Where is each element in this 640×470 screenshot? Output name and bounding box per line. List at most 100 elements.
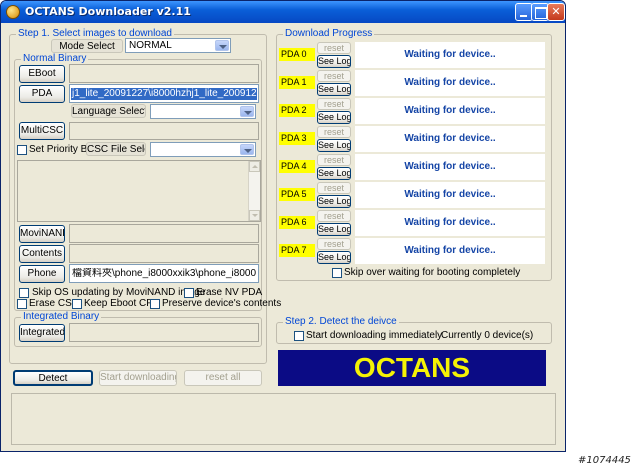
keep-eboot-cfg-label: Keep Eboot CFG bbox=[84, 298, 161, 309]
eboot-button[interactable]: EBoot bbox=[19, 65, 65, 83]
contents-path-field[interactable] bbox=[69, 244, 259, 263]
mode-select-dropdown[interactable]: NORMAL bbox=[125, 38, 231, 53]
skip-wait-label: Skip over waiting for booting completely bbox=[344, 267, 521, 278]
pda-status: Waiting for device.. bbox=[355, 154, 545, 180]
see-log-button[interactable]: See Log bbox=[317, 139, 351, 152]
dropdown-arrow-icon[interactable] bbox=[240, 144, 254, 155]
preserve-contents-checkbox[interactable] bbox=[150, 299, 160, 309]
see-log-button[interactable]: See Log bbox=[317, 195, 351, 208]
integrated-button[interactable]: Integrated bbox=[19, 324, 65, 342]
see-log-button[interactable]: See Log bbox=[317, 55, 351, 68]
pda-reset-button[interactable]: reset bbox=[317, 154, 351, 166]
integrated-binary-title: Integrated Binary bbox=[21, 311, 102, 323]
pda-row-3: PDA 3 reset See Log Waiting for device.. bbox=[279, 125, 545, 153]
start-immediately-checkbox[interactable] bbox=[294, 331, 304, 341]
scroll-down-icon[interactable] bbox=[249, 210, 260, 221]
pda-status: Waiting for device.. bbox=[355, 210, 545, 236]
erase-nv-pda-checkbox[interactable] bbox=[184, 288, 194, 298]
app-window: OCTANS Downloader v2.11 Step 1. Select i… bbox=[0, 0, 566, 452]
csc-list-box[interactable] bbox=[17, 160, 261, 222]
pda-row-1: PDA 1 reset See Log Waiting for device.. bbox=[279, 69, 545, 97]
pda-reset-button[interactable]: reset bbox=[317, 210, 351, 222]
movinand-button[interactable]: MoviNAND bbox=[19, 225, 65, 243]
title-bar[interactable]: OCTANS Downloader v2.11 bbox=[1, 1, 565, 23]
language-select-dropdown[interactable] bbox=[150, 104, 256, 119]
minimize-icon bbox=[516, 4, 532, 20]
pda-slot-label: PDA 5 bbox=[279, 188, 315, 201]
preserve-contents-label: Preserve device's contents bbox=[162, 298, 282, 309]
pda-row-5: PDA 5 reset See Log Waiting for device.. bbox=[279, 181, 545, 209]
maximize-icon bbox=[532, 4, 548, 20]
pda-reset-button[interactable]: reset bbox=[317, 182, 351, 194]
integrated-path-field[interactable] bbox=[69, 323, 259, 342]
pda-reset-button[interactable]: reset bbox=[317, 98, 351, 110]
close-button[interactable] bbox=[547, 3, 565, 21]
csc-file-select-label: CSC File Select bbox=[86, 142, 146, 156]
pda-status: Waiting for device.. bbox=[355, 70, 545, 96]
pda-button[interactable]: PDA bbox=[19, 85, 65, 103]
see-log-button[interactable]: See Log bbox=[317, 223, 351, 236]
language-select-label: Language Select bbox=[71, 104, 146, 118]
set-priority-bit-label: Set Priority Bit bbox=[29, 144, 93, 155]
pda-slot-label: PDA 6 bbox=[279, 216, 315, 229]
pda-status: Waiting for device.. bbox=[355, 42, 545, 68]
pda-reset-button[interactable]: reset bbox=[317, 42, 351, 54]
csc-file-select-dropdown[interactable] bbox=[150, 142, 256, 157]
download-progress-title: Download Progress bbox=[283, 28, 375, 40]
pda-status: Waiting for device.. bbox=[355, 126, 545, 152]
pda-reset-button[interactable]: reset bbox=[317, 126, 351, 138]
watermark: #1074445 bbox=[578, 455, 631, 466]
pda-path-value: j1_lite_20091227\i8000hzhj1_lite_2009122… bbox=[71, 88, 257, 100]
skip-wait-checkbox[interactable] bbox=[332, 268, 342, 278]
phone-path-value: 檔資料夾\phone_i8000xxik3\phone_i8000xxik3.b… bbox=[72, 268, 256, 279]
device-count: Currently 0 device(s) bbox=[441, 330, 534, 341]
octans-banner: OCTANS bbox=[278, 350, 546, 386]
step2-title: Step 2. Detect the deivce bbox=[283, 316, 399, 328]
pda-path-field[interactable]: j1_lite_20091227\i8000hzhj1_lite_2009122… bbox=[69, 84, 259, 103]
pda-slot-label: PDA 1 bbox=[279, 76, 315, 89]
pda-status: Waiting for device.. bbox=[355, 238, 545, 264]
pda-status: Waiting for device.. bbox=[355, 182, 545, 208]
log-output-area[interactable] bbox=[11, 393, 556, 445]
eboot-path-field[interactable] bbox=[69, 64, 259, 83]
phone-path-field[interactable]: 檔資料夾\phone_i8000xxik3\phone_i8000xxik3.b… bbox=[69, 264, 259, 283]
see-log-button[interactable]: See Log bbox=[317, 251, 351, 264]
see-log-button[interactable]: See Log bbox=[317, 167, 351, 180]
reset-all-button[interactable]: reset all bbox=[184, 370, 262, 386]
pda-slot-label: PDA 3 bbox=[279, 132, 315, 145]
multicsc-button[interactable]: MultiCSC bbox=[19, 122, 65, 140]
pda-row-6: PDA 6 reset See Log Waiting for device.. bbox=[279, 209, 545, 237]
pda-status: Waiting for device.. bbox=[355, 98, 545, 124]
pda-slot-label: PDA 4 bbox=[279, 160, 315, 173]
pda-row-4: PDA 4 reset See Log Waiting for device.. bbox=[279, 153, 545, 181]
keep-eboot-cfg-checkbox[interactable] bbox=[72, 299, 82, 309]
start-immediately-label: Start downloading immediately bbox=[306, 330, 443, 341]
pda-row-0: PDA 0 reset See Log Waiting for device.. bbox=[279, 41, 545, 69]
see-log-button[interactable]: See Log bbox=[317, 111, 351, 124]
app-icon bbox=[6, 5, 20, 19]
mode-select-value: NORMAL bbox=[129, 40, 172, 51]
pda-reset-button[interactable]: reset bbox=[317, 70, 351, 82]
window-title: OCTANS Downloader v2.11 bbox=[25, 5, 191, 18]
multicsc-path-field[interactable] bbox=[69, 122, 259, 140]
pda-row-2: PDA 2 reset See Log Waiting for device.. bbox=[279, 97, 545, 125]
phone-button[interactable]: Phone bbox=[19, 265, 65, 283]
skip-os-checkbox[interactable] bbox=[19, 288, 29, 298]
dropdown-arrow-icon[interactable] bbox=[215, 40, 229, 51]
dropdown-arrow-icon[interactable] bbox=[240, 106, 254, 117]
contents-button[interactable]: Contents bbox=[19, 245, 65, 263]
see-log-button[interactable]: See Log bbox=[317, 83, 351, 96]
pda-slot-label: PDA 0 bbox=[279, 48, 315, 61]
pda-row-7: PDA 7 reset See Log Waiting for device.. bbox=[279, 237, 545, 265]
movinand-path-field[interactable] bbox=[69, 224, 259, 243]
csc-list-scrollbar[interactable] bbox=[248, 161, 260, 221]
erase-csc-checkbox[interactable] bbox=[17, 299, 27, 309]
start-downloading-button[interactable]: Start downloading bbox=[99, 370, 177, 386]
scroll-up-icon[interactable] bbox=[249, 161, 260, 172]
close-icon bbox=[548, 4, 564, 20]
detect-button[interactable]: Detect bbox=[13, 370, 93, 386]
pda-reset-button[interactable]: reset bbox=[317, 238, 351, 250]
set-priority-bit-checkbox[interactable] bbox=[17, 145, 27, 155]
mode-select-label: Mode Select bbox=[51, 39, 123, 53]
pda-slot-label: PDA 7 bbox=[279, 244, 315, 257]
